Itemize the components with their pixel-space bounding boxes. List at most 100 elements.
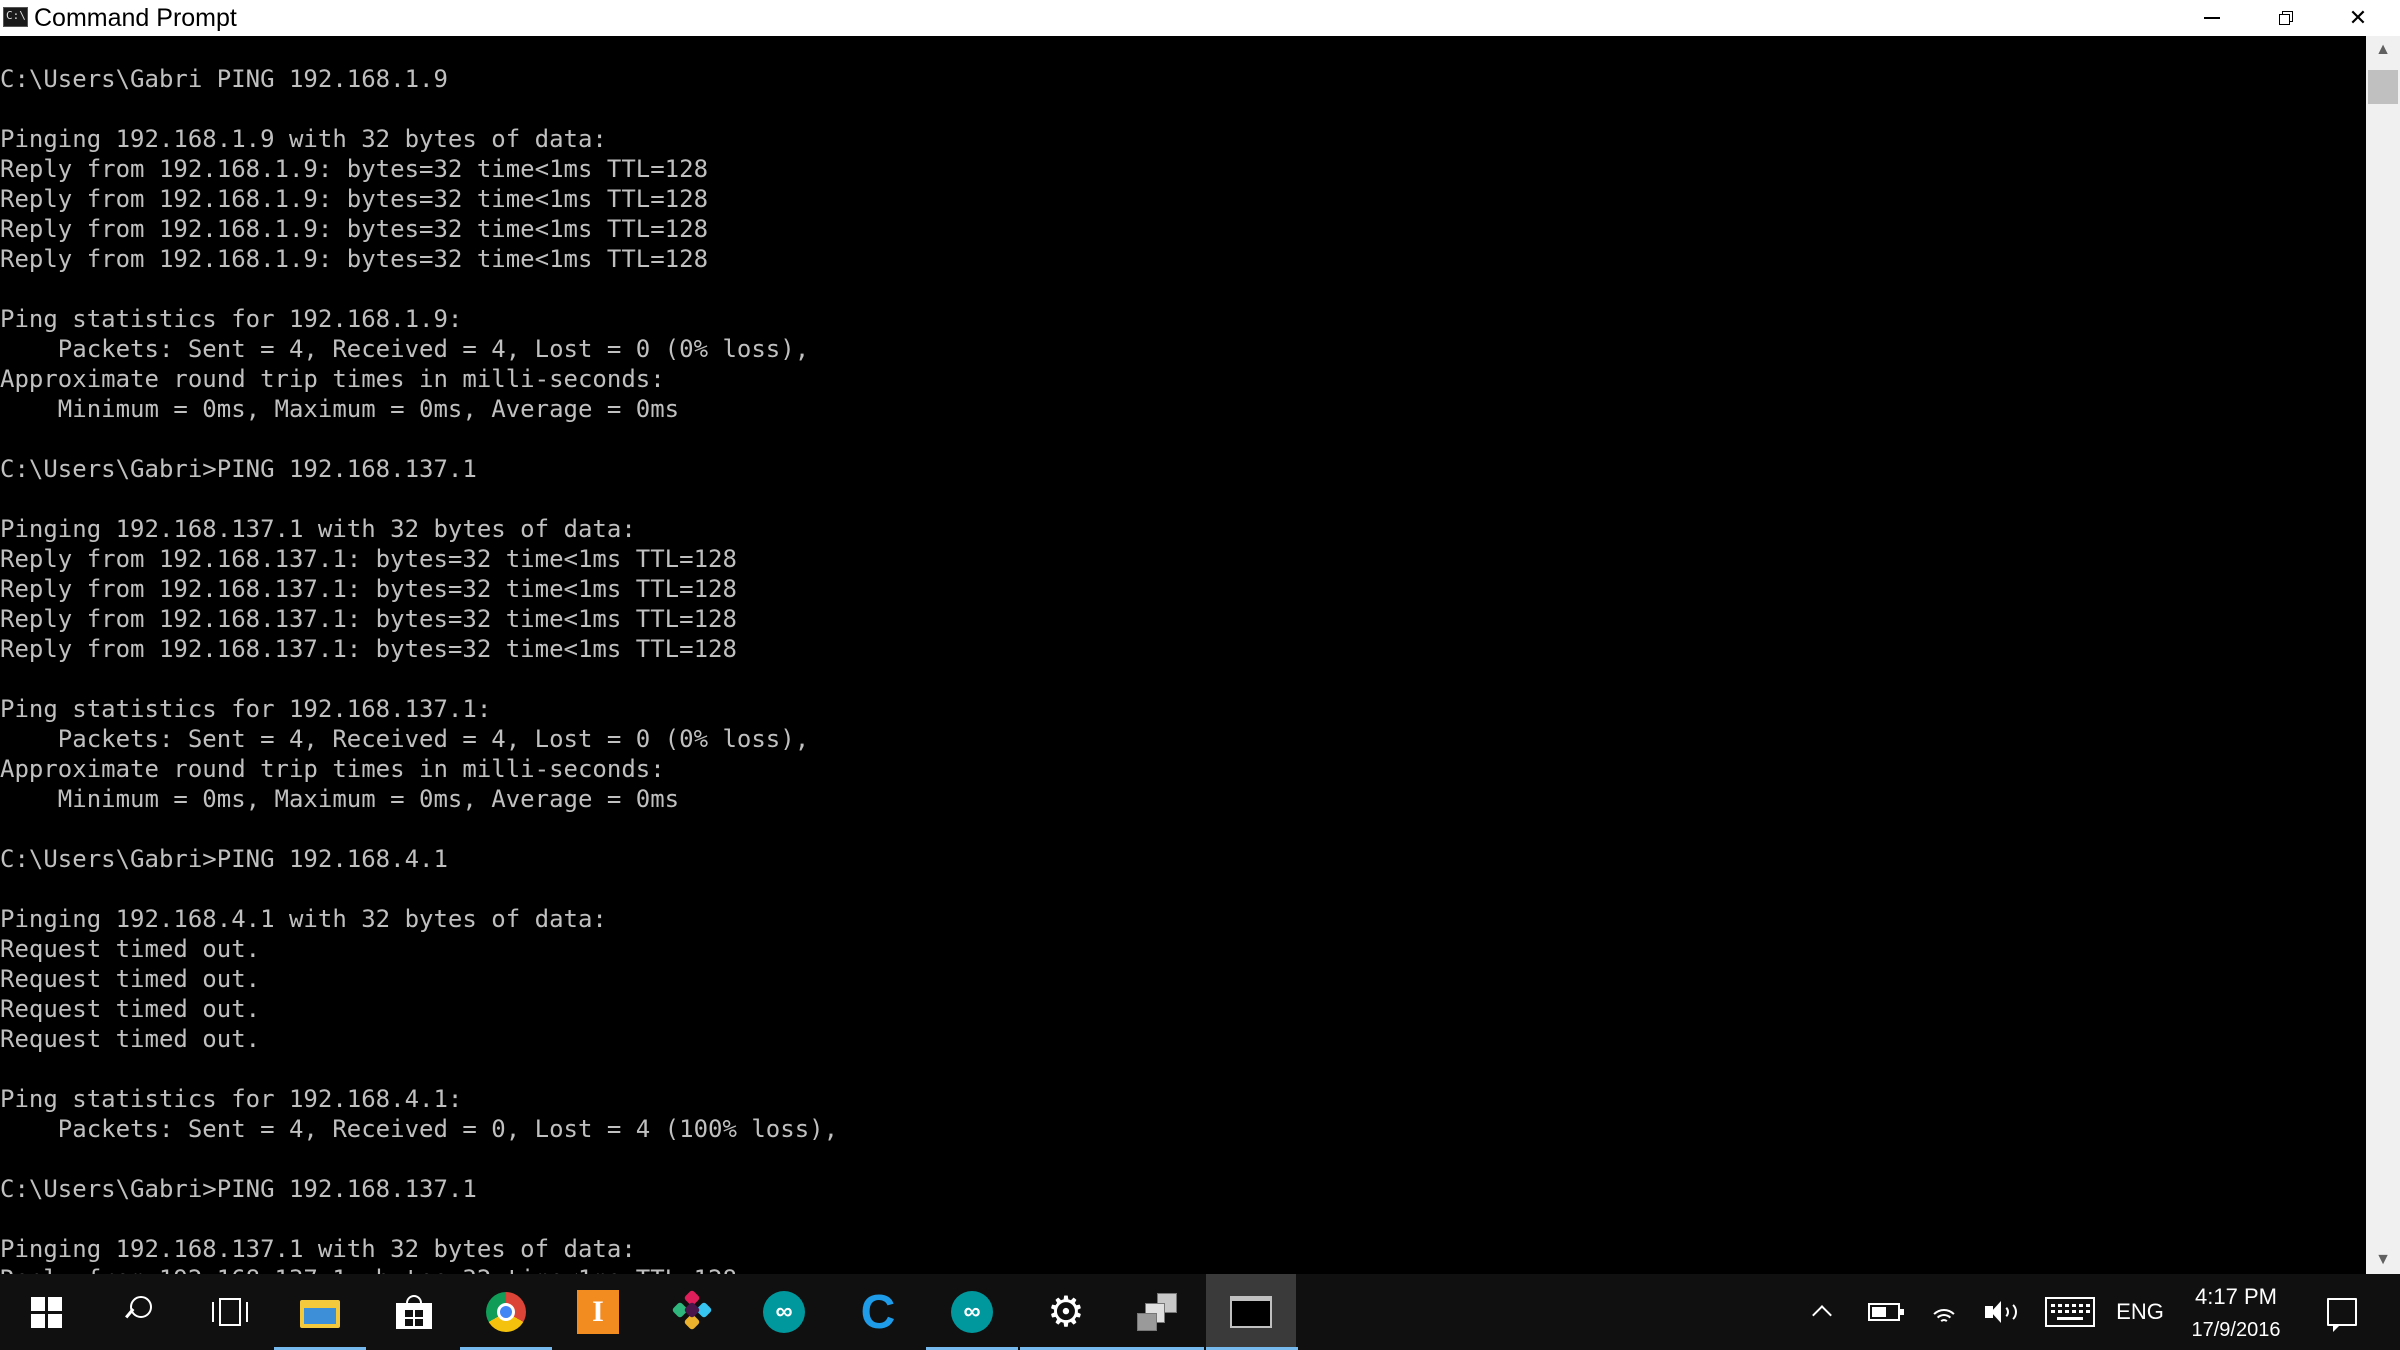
search-button[interactable] <box>92 1274 184 1350</box>
taskbar-app-inventor[interactable]: I <box>552 1274 644 1350</box>
input-language-button[interactable]: ENG <box>2108 1274 2172 1350</box>
arduino-icon: ∞ <box>763 1291 805 1333</box>
scroll-thumb[interactable] <box>2368 70 2398 104</box>
touch-keyboard-button[interactable] <box>2042 1274 2098 1350</box>
taskbar: I ∞ C ∞ ⚙ ENG 4:17 PM 17/9/2016 <box>0 1274 2400 1350</box>
battery-button[interactable] <box>1862 1274 1906 1350</box>
clock-button[interactable]: 4:17 PM 17/9/2016 <box>2178 1274 2294 1350</box>
close-icon: ✕ <box>2348 5 2368 30</box>
task-view-icon <box>212 1298 248 1326</box>
console-line <box>0 874 838 904</box>
console-line: Request timed out. <box>0 1025 261 1053</box>
console-line: Approximate round trip times in milli-se… <box>0 365 665 393</box>
console-lines: C:\Users\Gabri PING 192.168.1.9 Pinging 1… <box>0 64 838 1274</box>
console-line: Reply from 192.168.1.9: bytes=32 time<1m… <box>0 245 709 273</box>
console-line: Packets: Sent = 4, Received = 0, Lost = … <box>0 1115 839 1143</box>
chrome-icon <box>486 1292 526 1332</box>
console-line: Reply from 192.168.137.1: bytes=32 time<… <box>0 575 737 603</box>
slack-icon <box>670 1289 714 1334</box>
inventor-icon: I <box>577 1290 619 1334</box>
input-language: ENG <box>2116 1299 2164 1324</box>
command-prompt-icon <box>1230 1296 1272 1328</box>
taskbar-app-network[interactable] <box>1112 1274 1204 1350</box>
console-line: Approximate round trip times in milli-se… <box>0 755 665 783</box>
console-line <box>0 1054 838 1084</box>
window-title: Command Prompt <box>34 4 237 32</box>
console-line <box>0 94 838 124</box>
console-line: C:\Users\Gabri>PING 192.168.137.1 <box>0 1175 477 1203</box>
console-line: Ping statistics for 192.168.1.9: <box>0 305 463 333</box>
console-line: Reply from 192.168.137.1: bytes=32 time<… <box>0 545 737 573</box>
volume-icon <box>1985 1299 2019 1325</box>
clock-time: 4:17 PM <box>2195 1284 2277 1309</box>
action-center-icon <box>2327 1298 2357 1332</box>
taskbar-app-arduino-running[interactable]: ∞ <box>926 1274 1018 1350</box>
console-line <box>0 664 838 694</box>
store-icon <box>396 1295 432 1329</box>
console-line <box>0 274 838 304</box>
console-line: Packets: Sent = 4, Received = 4, Lost = … <box>0 725 810 753</box>
clock-date: 17/9/2016 <box>2191 1319 2281 1341</box>
taskbar-app-chrome[interactable] <box>460 1274 552 1350</box>
taskbar-app-c[interactable]: C <box>832 1274 924 1350</box>
minimize-button[interactable] <box>2176 0 2248 36</box>
console-line: Reply from 192.168.137.1: bytes=32 time<… <box>0 635 737 663</box>
console-line: Minimum = 0ms, Maximum = 0ms, Average = … <box>0 395 680 423</box>
close-button[interactable]: ✕ <box>2322 0 2394 36</box>
taskbar-app-command-prompt[interactable] <box>1206 1274 1298 1350</box>
taskbar-app-store[interactable] <box>368 1274 460 1350</box>
console-line: Reply from 192.168.137.1: bytes=32 time<… <box>0 1264 838 1274</box>
taskbar-app-settings[interactable]: ⚙ <box>1020 1274 1112 1350</box>
console-line <box>0 424 838 454</box>
show-hidden-icons-chevron-icon <box>1813 1306 1831 1318</box>
network-boxes-icon <box>1137 1293 1179 1331</box>
title-bar[interactable]: C:\ Command Prompt ✕ <box>0 0 2400 36</box>
console-line: Reply from 192.168.1.9: bytes=32 time<1m… <box>0 155 709 183</box>
console-line: Reply from 192.168.1.9: bytes=32 time<1m… <box>0 215 709 243</box>
console-line: Request timed out. <box>0 965 261 993</box>
console-line: Pinging 192.168.137.1 with 32 bytes of d… <box>0 515 636 543</box>
console-line: Minimum = 0ms, Maximum = 0ms, Average = … <box>0 785 680 813</box>
vertical-scrollbar[interactable]: ▲ ▼ <box>2366 36 2400 1274</box>
console-line <box>0 814 838 844</box>
console-line: Request timed out. <box>0 935 261 963</box>
console-line: Ping statistics for 192.168.4.1: <box>0 1085 463 1113</box>
cmd-icon[interactable]: C:\ <box>3 7 28 27</box>
taskbar-app-arduino[interactable]: ∞ <box>738 1274 830 1350</box>
wifi-icon <box>1929 1299 1959 1325</box>
console-line: C:\Users\Gabri>PING 192.168.137.1 <box>0 455 477 483</box>
console-line: Reply from 192.168.1.9: bytes=32 time<1m… <box>0 185 709 213</box>
console-line: C:\Users\Gabri>PING 192.168.4.1 <box>0 845 448 873</box>
volume-button[interactable] <box>1980 1274 2024 1350</box>
console-line: Ping statistics for 192.168.137.1: <box>0 695 492 723</box>
settings-gear-icon: ⚙ <box>1047 1288 1085 1335</box>
console-line: Pinging 192.168.1.9 with 32 bytes of dat… <box>0 125 607 153</box>
console-output-area[interactable]: C:\Users\Gabri PING 192.168.1.9 Pinging 1… <box>0 36 2366 1274</box>
console-line <box>0 1204 838 1234</box>
network-button[interactable] <box>1922 1274 1966 1350</box>
c-app-icon: C <box>860 1285 896 1339</box>
task-view-button[interactable] <box>184 1274 276 1350</box>
console-line: Packets: Sent = 4, Received = 4, Lost = … <box>0 335 810 363</box>
scroll-up-arrow-icon[interactable]: ▲ <box>2366 36 2400 64</box>
restore-button[interactable] <box>2250 0 2322 36</box>
arduino-icon: ∞ <box>951 1291 993 1333</box>
console-line: Request timed out. <box>0 995 261 1023</box>
console-line: Reply from 192.168.137.1: bytes=32 time<… <box>0 605 737 633</box>
action-center-button[interactable] <box>2318 1274 2366 1350</box>
touch-keyboard-icon <box>2045 1297 2095 1327</box>
taskbar-app-file-explorer[interactable] <box>274 1274 366 1350</box>
taskbar-app-slack[interactable] <box>646 1274 738 1350</box>
battery-icon <box>1868 1303 1904 1321</box>
start-button[interactable] <box>0 1274 92 1350</box>
windows-start-icon <box>30 1296 62 1328</box>
console-line <box>0 484 838 514</box>
restore-icon <box>2279 11 2293 25</box>
scroll-down-arrow-icon[interactable]: ▼ <box>2366 1246 2400 1274</box>
console-line <box>0 1144 838 1174</box>
show-hidden-icons-button[interactable] <box>1800 1274 1844 1350</box>
file-explorer-icon <box>300 1296 340 1328</box>
console-line: Pinging 192.168.4.1 with 32 bytes of dat… <box>0 905 607 933</box>
console-line: Pinging 192.168.137.1 with 32 bytes of d… <box>0 1235 636 1263</box>
minimize-icon <box>2204 17 2220 19</box>
